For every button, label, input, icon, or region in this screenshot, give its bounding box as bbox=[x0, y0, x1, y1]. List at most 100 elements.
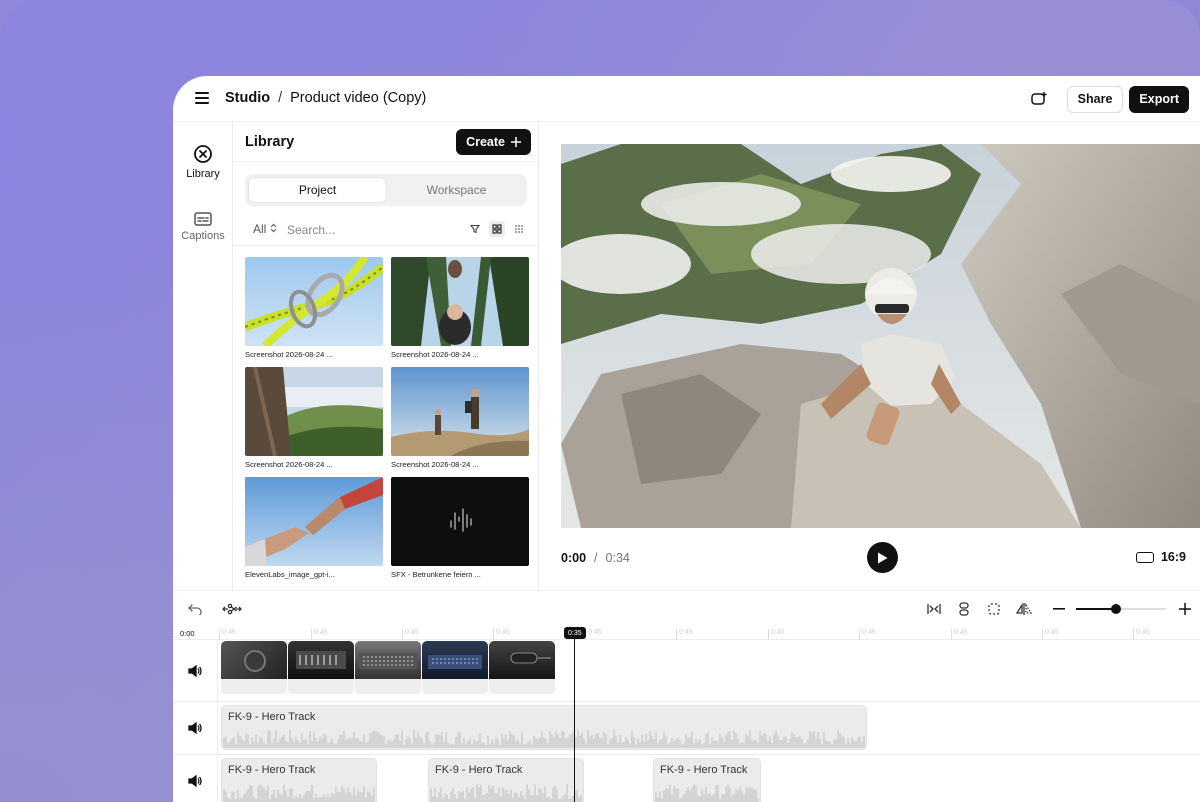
ruler-tick: 0:45 bbox=[493, 629, 510, 640]
breadcrumb: Studio / Product video (Copy) bbox=[225, 90, 426, 106]
audio-waveform bbox=[223, 784, 375, 802]
aspect-ratio-selector[interactable]: 16:9 bbox=[1135, 550, 1186, 564]
clip-frame bbox=[355, 641, 421, 679]
editor-window: Studio / Product video (Copy) Share Expo… bbox=[173, 76, 1200, 802]
media-card[interactable]: Screenshot 2026-08-24 ... bbox=[391, 367, 529, 469]
speaker-icon[interactable] bbox=[187, 773, 203, 789]
link-icon[interactable] bbox=[954, 600, 974, 618]
audio-waveform bbox=[430, 784, 582, 802]
grid-large-view-icon[interactable] bbox=[489, 221, 505, 237]
zoom-in-icon[interactable] bbox=[1175, 600, 1195, 618]
zoom-slider-handle[interactable] bbox=[1110, 604, 1121, 614]
rail-label-library: Library bbox=[186, 168, 220, 180]
playhead-time-badge[interactable]: 0:35 bbox=[564, 627, 586, 639]
media-caption: Screenshot 2026-08-24 ... bbox=[245, 350, 333, 359]
clip-frame bbox=[288, 641, 354, 679]
waveform-icon bbox=[450, 508, 472, 532]
breadcrumb-root[interactable]: Studio bbox=[225, 90, 270, 106]
video-clip[interactable] bbox=[489, 641, 555, 694]
ruler-tick: 0:45 bbox=[951, 629, 968, 640]
ruler-tick: 0:45 bbox=[311, 629, 328, 640]
undo-icon[interactable] bbox=[185, 600, 205, 618]
project-title[interactable]: Product video (Copy) bbox=[290, 90, 426, 106]
audio-waveform bbox=[223, 730, 865, 748]
create-button[interactable]: Create bbox=[456, 129, 531, 155]
plus-icon bbox=[511, 137, 521, 147]
media-thumbnail bbox=[391, 257, 529, 346]
top-bar: Studio / Product video (Copy) Share Expo… bbox=[173, 76, 1200, 122]
menu-icon[interactable] bbox=[195, 92, 209, 104]
rail-item-captions[interactable]: Captions bbox=[173, 212, 233, 242]
export-button[interactable]: Export bbox=[1129, 85, 1189, 113]
media-thumbnail bbox=[391, 367, 529, 456]
breadcrumb-separator: / bbox=[278, 90, 283, 106]
speaker-icon[interactable] bbox=[187, 720, 203, 736]
playhead[interactable] bbox=[574, 628, 575, 802]
search-input[interactable] bbox=[287, 219, 457, 241]
library-header: Library Create bbox=[233, 122, 539, 162]
trim-icon[interactable] bbox=[924, 600, 944, 618]
tab-workspace[interactable]: Workspace bbox=[390, 178, 523, 202]
library-icon bbox=[194, 145, 212, 163]
audio-track: FK-9 - Hero Track bbox=[173, 702, 1200, 755]
type-filter-value: All bbox=[253, 222, 267, 236]
clip-frame bbox=[489, 641, 555, 679]
media-card[interactable]: Screenshot 2026-08-24 ... bbox=[245, 257, 383, 359]
video-clip[interactable] bbox=[288, 641, 354, 694]
audio-clip-name: FK-9 - Hero Track bbox=[435, 764, 523, 776]
ruler-tick: 0:45 bbox=[219, 629, 236, 640]
video-clip[interactable] bbox=[355, 641, 421, 694]
library-panel: Library Create Project Workspace All Sea… bbox=[233, 122, 539, 590]
media-card[interactable]: ElevenLabs_image_gpt-i... bbox=[245, 477, 383, 579]
time-separator: / bbox=[594, 551, 598, 565]
aspect-ratio-value: 16:9 bbox=[1160, 550, 1186, 564]
duration: 0:34 bbox=[605, 551, 630, 565]
library-title: Library bbox=[245, 134, 295, 150]
clip-frame bbox=[422, 641, 488, 679]
timeline-ruler[interactable]: 0:00 0:45 0:45 0:45 0:45 0:45 0:45 0:45 … bbox=[173, 626, 1200, 640]
video-clip[interactable] bbox=[221, 641, 287, 694]
library-tabs: Project Workspace bbox=[245, 174, 527, 206]
split-icon[interactable] bbox=[222, 600, 242, 618]
audio-clip-name: FK-9 - Hero Track bbox=[228, 711, 316, 723]
add-screen-icon[interactable] bbox=[1025, 85, 1053, 113]
audio-clip[interactable]: FK-9 - Hero Track bbox=[221, 758, 377, 802]
zoom-slider[interactable] bbox=[1076, 604, 1166, 614]
media-caption: ElevenLabs_image_gpt-i... bbox=[245, 570, 335, 579]
ruler-tick: 0:45 bbox=[768, 629, 785, 640]
zoom-out-icon[interactable] bbox=[1049, 600, 1069, 618]
filter-row: All bbox=[233, 214, 539, 246]
video-clip[interactable] bbox=[422, 641, 488, 694]
media-card[interactable]: Screenshot 2026-08-24 ... bbox=[391, 257, 529, 359]
video-preview[interactable] bbox=[561, 144, 1200, 528]
audio-clip[interactable]: FK-9 - Hero Track bbox=[428, 758, 584, 802]
share-button[interactable]: Share bbox=[1066, 85, 1124, 113]
media-card[interactable]: SFX - Betrunkene feiern ... bbox=[391, 477, 529, 579]
tab-project[interactable]: Project bbox=[249, 178, 386, 202]
grid-small-view-icon[interactable] bbox=[511, 221, 527, 237]
timeline-toolbar bbox=[173, 590, 1200, 626]
clip-frame bbox=[221, 641, 287, 679]
updown-chevron-icon bbox=[270, 223, 277, 233]
audio-clip[interactable]: FK-9 - Hero Track bbox=[221, 705, 867, 750]
rail-item-library[interactable]: Library bbox=[173, 144, 233, 180]
audio-clip-name: FK-9 - Hero Track bbox=[228, 764, 316, 776]
ruler-tick: 0:45 bbox=[585, 629, 602, 640]
audio-clip[interactable]: FK-9 - Hero Track bbox=[653, 758, 761, 802]
flip-icon[interactable] bbox=[1014, 600, 1034, 618]
filter-icon[interactable] bbox=[467, 221, 483, 237]
media-caption: SFX - Betrunkene feiern ... bbox=[391, 570, 481, 579]
play-button[interactable] bbox=[867, 542, 898, 573]
audio-clip-name: FK-9 - Hero Track bbox=[660, 764, 748, 776]
media-caption: Screenshot 2026-08-24 ... bbox=[391, 350, 479, 359]
ruler-tick: 0:45 bbox=[402, 629, 419, 640]
ruler-tick: 0:45 bbox=[676, 629, 693, 640]
captions-icon bbox=[194, 212, 212, 226]
crop-icon[interactable] bbox=[984, 600, 1004, 618]
media-card[interactable]: Screenshot 2026-08-24 ... bbox=[245, 367, 383, 469]
speaker-icon[interactable] bbox=[187, 663, 203, 679]
timecode: 0:00 / 0:34 bbox=[561, 551, 630, 565]
type-filter-select[interactable]: All bbox=[253, 222, 277, 236]
ruler-tick: 0:45 bbox=[1042, 629, 1059, 640]
media-caption: Screenshot 2026-08-24 ... bbox=[245, 460, 333, 469]
